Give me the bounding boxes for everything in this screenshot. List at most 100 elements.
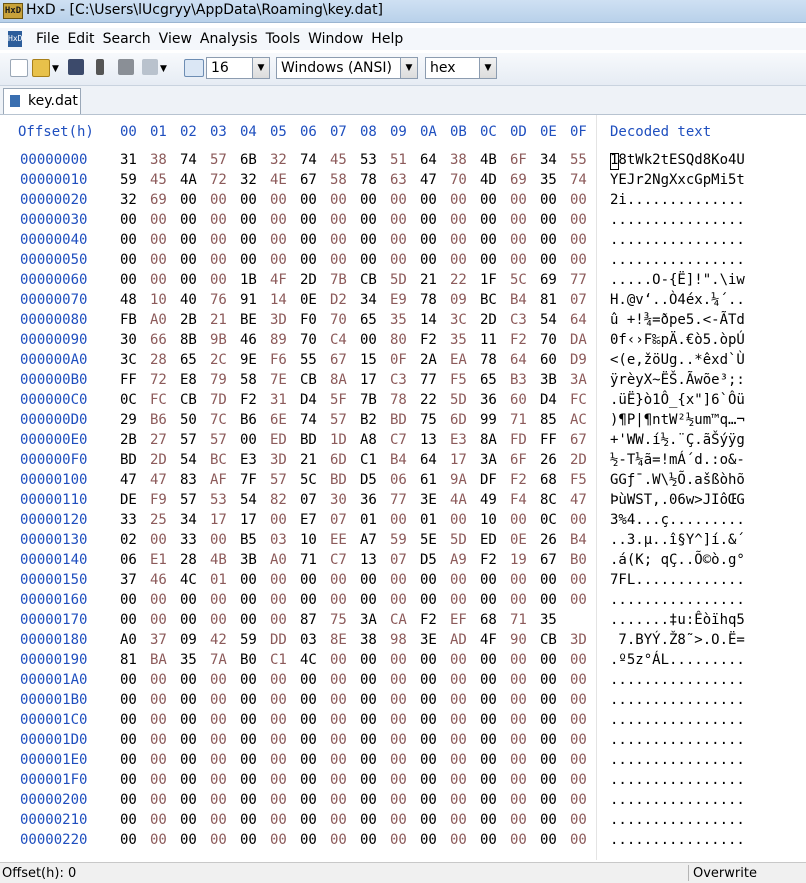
hex-byte[interactable]: 66: [150, 332, 174, 348]
hex-byte[interactable]: 00: [360, 252, 384, 268]
row-decoded-text[interactable]: .....O-{Ë]!".\iw: [610, 272, 745, 288]
hex-byte[interactable]: 78: [360, 172, 384, 188]
hex-byte[interactable]: 34: [180, 512, 204, 528]
hex-byte[interactable]: D5: [360, 472, 384, 488]
hex-byte[interactable]: 03: [270, 532, 294, 548]
hex-byte[interactable]: 00: [180, 272, 204, 288]
hex-byte[interactable]: CB: [360, 272, 384, 288]
hex-byte[interactable]: 00: [330, 752, 354, 768]
hex-byte[interactable]: F9: [150, 492, 174, 508]
hex-byte[interactable]: 00: [450, 732, 474, 748]
hex-byte[interactable]: 57: [180, 492, 204, 508]
hex-byte[interactable]: 5F: [330, 392, 354, 408]
row-decoded-text[interactable]: 2i..............: [610, 192, 745, 208]
hex-byte[interactable]: FF: [120, 372, 144, 388]
hex-byte[interactable]: F2: [420, 332, 444, 348]
hex-byte[interactable]: 00: [330, 572, 354, 588]
hex-byte[interactable]: 70: [450, 172, 474, 188]
hex-byte[interactable]: 60: [510, 392, 534, 408]
hex-byte[interactable]: 00: [330, 672, 354, 688]
hex-byte[interactable]: 00: [540, 192, 564, 208]
hex-byte[interactable]: 5E: [420, 532, 444, 548]
hex-byte[interactable]: 6B: [240, 152, 264, 168]
hex-byte[interactable]: 00: [120, 592, 144, 608]
hex-byte[interactable]: 03: [300, 632, 324, 648]
row-decoded-text[interactable]: ................: [610, 252, 745, 268]
hex-byte[interactable]: 9E: [240, 352, 264, 368]
hex-byte[interactable]: 00: [510, 192, 534, 208]
hex-byte[interactable]: 65: [480, 372, 504, 388]
hex-byte[interactable]: F2: [510, 332, 534, 348]
hex-byte[interactable]: 00: [270, 732, 294, 748]
hex-byte[interactable]: 07: [300, 492, 324, 508]
hex-byte[interactable]: 00: [390, 192, 414, 208]
hex-byte[interactable]: 00: [330, 772, 354, 788]
hex-byte[interactable]: 14: [270, 292, 294, 308]
hex-byte[interactable]: 64: [570, 312, 594, 328]
hex-byte[interactable]: 00: [420, 792, 444, 808]
hex-byte[interactable]: 00: [330, 712, 354, 728]
hex-byte[interactable]: 00: [210, 252, 234, 268]
hex-byte[interactable]: C3: [390, 372, 414, 388]
hex-byte[interactable]: 17: [240, 512, 264, 528]
hex-byte[interactable]: 00: [150, 732, 174, 748]
hex-byte[interactable]: 3D: [270, 452, 294, 468]
menu-help[interactable]: Help: [367, 31, 407, 47]
hex-byte[interactable]: 00: [570, 712, 594, 728]
hex-byte[interactable]: 00: [120, 772, 144, 788]
hex-byte[interactable]: 47: [420, 172, 444, 188]
hex-byte[interactable]: 00: [510, 572, 534, 588]
hex-byte[interactable]: 00: [390, 692, 414, 708]
hex-byte[interactable]: 00: [300, 672, 324, 688]
hex-byte[interactable]: 00: [570, 772, 594, 788]
hex-byte[interactable]: B0: [570, 552, 594, 568]
hex-byte[interactable]: 7B: [360, 392, 384, 408]
hex-byte[interactable]: 11: [480, 332, 504, 348]
hex-byte[interactable]: 00: [120, 812, 144, 828]
hex-byte[interactable]: 33: [180, 532, 204, 548]
hex-byte[interactable]: 38: [360, 632, 384, 648]
hex-byte[interactable]: 00: [540, 712, 564, 728]
hex-byte[interactable]: 00: [480, 192, 504, 208]
hex-byte[interactable]: 0E: [510, 532, 534, 548]
hex-byte[interactable]: 3B: [540, 372, 564, 388]
hex-byte[interactable]: 00: [360, 572, 384, 588]
hex-byte[interactable]: 00: [120, 252, 144, 268]
row-decoded-text[interactable]: .üË}ò1Ô_{x"]6`Ôü: [610, 392, 745, 408]
hex-byte[interactable]: C1: [360, 452, 384, 468]
hex-byte[interactable]: 4F: [480, 632, 504, 648]
hex-byte[interactable]: 00: [210, 192, 234, 208]
hex-byte[interactable]: AD: [450, 632, 474, 648]
hex-byte[interactable]: 00: [450, 712, 474, 728]
hex-byte[interactable]: 00: [330, 252, 354, 268]
hex-byte[interactable]: 00: [150, 712, 174, 728]
hex-byte[interactable]: 00: [120, 692, 144, 708]
hex-byte[interactable]: 00: [510, 672, 534, 688]
hex-byte[interactable]: 4A: [180, 172, 204, 188]
hex-byte[interactable]: 00: [150, 772, 174, 788]
hex-byte[interactable]: 35: [180, 652, 204, 668]
hex-byte[interactable]: 00: [210, 772, 234, 788]
hex-byte[interactable]: 00: [240, 212, 264, 228]
hex-byte[interactable]: 80: [390, 332, 414, 348]
hex-byte[interactable]: 37: [120, 572, 144, 588]
hex-byte[interactable]: 00: [510, 792, 534, 808]
hex-byte[interactable]: 10: [480, 512, 504, 528]
hex-byte[interactable]: 00: [510, 732, 534, 748]
row-decoded-text[interactable]: ................: [610, 772, 745, 788]
hex-byte[interactable]: 3A: [360, 612, 384, 628]
hex-byte[interactable]: 00: [180, 232, 204, 248]
chevron-down-icon[interactable]: ▼: [400, 58, 417, 78]
hex-byte[interactable]: 00: [150, 692, 174, 708]
hex-byte[interactable]: 8A: [480, 432, 504, 448]
hex-byte[interactable]: 67: [300, 172, 324, 188]
hex-byte[interactable]: 00: [480, 652, 504, 668]
hex-byte[interactable]: 10: [300, 532, 324, 548]
row-decoded-text[interactable]: 18tWk2tESQd8Ko4U: [610, 152, 745, 168]
row-decoded-text[interactable]: ÞùWST‚.06w>JIôŒG: [610, 492, 745, 508]
hex-byte[interactable]: 35: [390, 312, 414, 328]
hex-byte[interactable]: 22: [450, 272, 474, 288]
hex-byte[interactable]: 00: [150, 672, 174, 688]
hex-byte[interactable]: 2D: [570, 452, 594, 468]
hex-byte[interactable]: FD: [510, 432, 534, 448]
